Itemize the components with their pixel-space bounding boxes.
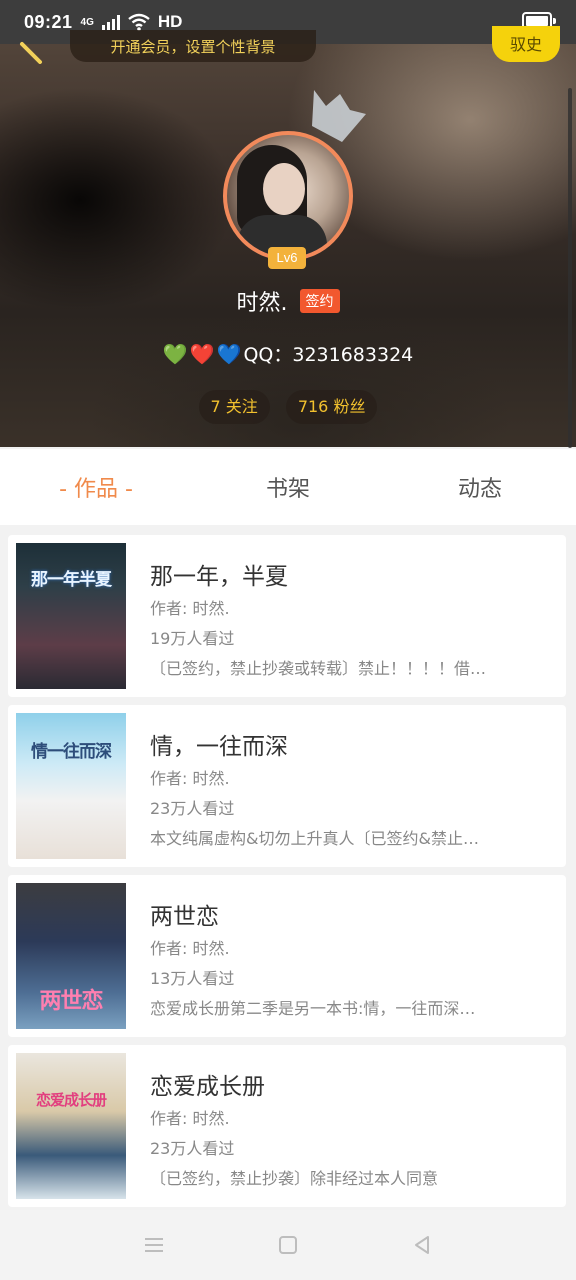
book-cover: 那一年半夏 xyxy=(16,543,126,689)
book-description: 〔已签约，禁止抄袭或转载〕禁止！！！！借… xyxy=(150,659,487,678)
menu-icon[interactable] xyxy=(142,1233,166,1257)
level-badge: Lv6 xyxy=(268,247,306,269)
book-description: 恋爱成长册第二季是另一本书:情，一往而深… xyxy=(150,999,476,1018)
avatar[interactable] xyxy=(223,131,353,261)
book-author: 作者: 时然. xyxy=(150,939,230,958)
book-item[interactable]: 情一往而深 情，一往而深 作者: 时然. 23万人看过 本文纯属虚构&切勿上升真… xyxy=(8,705,566,867)
buy-button[interactable]: 驭史 xyxy=(492,26,560,62)
scrollbar[interactable] xyxy=(568,88,572,448)
book-author: 作者: 时然. xyxy=(150,1109,230,1128)
profile-header: 09:21 4G HD 开通会员，设置个性背景 驭史 Lv6 时然. 签约 💚 … xyxy=(0,0,576,447)
book-cover: 恋爱成长册 xyxy=(16,1053,126,1199)
hd-label: HD xyxy=(157,12,183,31)
cover-title: 那一年半夏 xyxy=(31,570,112,590)
book-item[interactable]: 两世恋 两世恋 作者: 时然. 13万人看过 恋爱成长册第二季是另一本书:情，一… xyxy=(8,875,566,1037)
cover-title: 恋爱成长册 xyxy=(35,1091,107,1109)
book-description: 本文纯属虚构&切勿上升真人〔已签约&禁止… xyxy=(150,829,479,848)
book-title: 恋爱成长册 xyxy=(150,1074,265,1100)
status-time: 09:21 xyxy=(24,11,73,32)
works-list: 那一年半夏 那一年，半夏 作者: 时然. 19万人看过 〔已签约，禁止抄袭或转载… xyxy=(8,535,566,1215)
tab-bookshelf[interactable]: 书架 xyxy=(192,471,384,503)
system-nav-bar xyxy=(0,1210,576,1280)
cover-title: 两世恋 xyxy=(39,989,103,1014)
book-item[interactable]: 那一年半夏 那一年，半夏 作者: 时然. 19万人看过 〔已签约，禁止抄袭或转载… xyxy=(8,535,566,697)
following-count[interactable]: 7 关注 xyxy=(198,390,270,424)
book-views: 23万人看过 xyxy=(150,1139,235,1158)
qq-row: 💚 ❤️ 💙 QQ：3231683324 xyxy=(0,340,576,367)
fans-count[interactable]: 716 粉丝 xyxy=(285,390,378,424)
blue-heart-icon: 💙 xyxy=(216,341,242,366)
crown-icon xyxy=(312,90,366,142)
tab-activity[interactable]: 动态 xyxy=(384,471,576,503)
green-heart-icon: 💚 xyxy=(162,341,188,366)
tab-works[interactable]: - 作品 - xyxy=(0,471,192,503)
network-label: 4G xyxy=(80,16,94,28)
book-title: 情，一往而深 xyxy=(150,734,288,760)
book-author: 作者: 时然. xyxy=(150,769,230,788)
signed-badge: 签约 xyxy=(299,289,340,313)
book-author: 作者: 时然. xyxy=(150,599,230,618)
book-item[interactable]: 恋爱成长册 恋爱成长册 作者: 时然. 23万人看过 〔已签约，禁止抄袭〕除非经… xyxy=(8,1045,566,1207)
back-nav-icon[interactable] xyxy=(410,1233,434,1257)
cover-title: 情一往而深 xyxy=(31,742,112,762)
back-icon[interactable] xyxy=(14,34,44,64)
book-cover: 情一往而深 xyxy=(16,713,126,859)
book-views: 19万人看过 xyxy=(150,629,235,648)
signal-icon xyxy=(101,14,120,30)
book-description: 〔已签约，禁止抄袭〕除非经过本人同意 xyxy=(150,1169,439,1188)
book-cover: 两世恋 xyxy=(16,883,126,1029)
profile-tabs: - 作品 - 书架 动态 xyxy=(0,449,576,525)
book-views: 13万人看过 xyxy=(150,969,235,988)
user-name: 时然. xyxy=(236,291,288,316)
red-heart-icon: ❤️ xyxy=(189,341,215,366)
wifi-icon xyxy=(128,13,150,31)
home-icon[interactable] xyxy=(276,1233,300,1257)
book-views: 23万人看过 xyxy=(150,799,235,818)
book-title: 那一年，半夏 xyxy=(150,564,288,590)
promo-banner[interactable]: 开通会员，设置个性背景 xyxy=(70,30,316,62)
qq-number: QQ：3231683324 xyxy=(243,344,414,366)
book-title: 两世恋 xyxy=(150,904,219,930)
